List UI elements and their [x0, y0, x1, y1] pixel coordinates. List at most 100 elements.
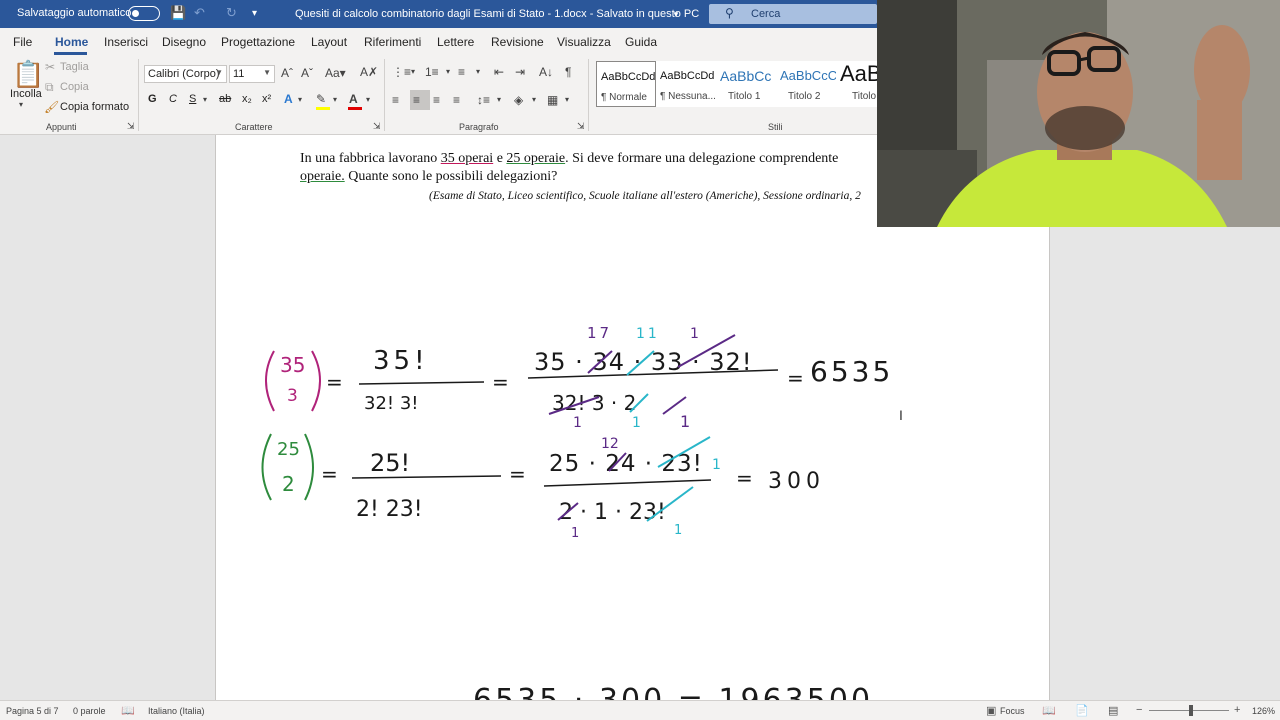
language-indicator[interactable]: Italiano (Italia)	[148, 706, 205, 716]
cut-button[interactable]: Taglia	[60, 61, 89, 73]
annotation-12: 12	[601, 436, 619, 452]
font-color-dropdown-icon[interactable]: ▾	[366, 95, 370, 104]
bullets-dropdown-icon[interactable]: ▾	[411, 67, 415, 76]
font-name-select[interactable]: Calibri (Corpo) ▼	[144, 65, 227, 83]
zoom-in-icon[interactable]: +	[1234, 704, 1240, 716]
line-spacing-icon[interactable]: ↕≡	[477, 93, 490, 107]
tab-insert[interactable]: Inserisci	[104, 35, 148, 49]
clipboard-launcher-icon[interactable]: ⇲	[127, 121, 135, 132]
shading-dropdown-icon[interactable]: ▾	[532, 95, 536, 104]
highlight-dropdown-icon[interactable]: ▾	[333, 95, 337, 104]
borders-icon[interactable]: ▦	[547, 93, 558, 107]
numbering-dropdown-icon[interactable]: ▾	[446, 67, 450, 76]
style-title[interactable]: AaB Titolo	[836, 61, 877, 107]
annotation-1-purple: 1	[690, 326, 699, 342]
bullets-icon[interactable]: ⋮≡	[392, 65, 411, 79]
align-center-icon[interactable]: ≡	[413, 93, 420, 107]
paste-icon[interactable]: 📋	[12, 59, 44, 90]
tab-mailings[interactable]: Lettere	[437, 35, 474, 49]
web-layout-icon[interactable]: ▤	[1108, 704, 1118, 717]
search-placeholder: Cerca	[751, 8, 781, 20]
paragraph-launcher-icon[interactable]: ⇲	[577, 121, 585, 132]
clear-formatting-icon[interactable]: A✗	[360, 65, 378, 79]
style-heading-2[interactable]: AaBbCcC Titolo 2	[776, 61, 836, 107]
align-right-icon[interactable]: ≡	[433, 93, 440, 107]
text-effects-icon[interactable]: A	[284, 92, 293, 106]
copy-icon[interactable]: ⧉	[45, 80, 54, 95]
word-window: Salvataggio automatico 💾 ↶ ↻ ▾ Quesiti d…	[0, 0, 1280, 720]
shading-icon[interactable]: ◈	[514, 93, 523, 107]
strikethrough-button[interactable]: ab	[219, 93, 231, 105]
customize-quick-access-icon[interactable]: ▾	[252, 8, 257, 19]
fraction1-denominator: 32! 3!	[364, 393, 419, 414]
print-layout-icon[interactable]: 📄	[1075, 704, 1089, 717]
format-painter-icon[interactable]: 🖌	[44, 100, 59, 114]
tab-file[interactable]: File	[13, 35, 32, 49]
paste-dropdown-icon[interactable]: ▾	[19, 100, 23, 109]
tab-home[interactable]: Home	[55, 35, 88, 49]
underline-dropdown-icon[interactable]: ▾	[203, 95, 207, 104]
svg-text:=: =	[321, 462, 338, 486]
proofing-icon[interactable]: 📖	[121, 704, 135, 717]
zoom-out-icon[interactable]: −	[1136, 704, 1142, 716]
underline-button[interactable]: S	[189, 93, 196, 105]
zoom-slider-thumb[interactable]	[1189, 705, 1193, 716]
grow-font-icon[interactable]: Aˆ	[281, 66, 293, 80]
style-no-spacing[interactable]: AaBbCcDd ¶ Nessuna...	[656, 61, 716, 107]
undo-icon[interactable]: ↶	[194, 5, 205, 21]
align-left-icon[interactable]: ≡	[392, 93, 399, 107]
bold-button[interactable]: G	[148, 93, 157, 105]
font-color-icon[interactable]: A	[349, 92, 358, 106]
subscript-button[interactable]: x₂	[242, 93, 252, 105]
format-painter-button[interactable]: Copia formato	[60, 101, 129, 113]
borders-dropdown-icon[interactable]: ▾	[565, 95, 569, 104]
change-case-icon[interactable]: Aa▾	[325, 66, 346, 80]
copy-button[interactable]: Copia	[60, 81, 89, 93]
annotation-1-cyan: 1	[712, 457, 721, 473]
tab-references[interactable]: Riferimenti	[364, 35, 421, 49]
decrease-indent-icon[interactable]: ⇤	[494, 65, 504, 79]
highlight-icon[interactable]: ✎	[316, 92, 326, 106]
show-formatting-icon[interactable]: ¶	[565, 65, 571, 79]
read-mode-icon[interactable]: 📖	[1042, 704, 1056, 717]
font-launcher-icon[interactable]: ⇲	[373, 121, 381, 132]
italic-button[interactable]: C	[169, 93, 177, 105]
svg-text:=: =	[326, 370, 343, 394]
redo-icon[interactable]: ↻	[226, 5, 237, 21]
paste-button[interactable]: Incolla	[10, 88, 42, 100]
tab-draw[interactable]: Disegno	[162, 35, 206, 49]
style-normal[interactable]: AaBbCcDd ¶ Normale	[596, 61, 656, 107]
cut-icon[interactable]: ✂	[45, 60, 55, 74]
tab-layout[interactable]: Layout	[311, 35, 347, 49]
font-size-select[interactable]: 11 ▼	[229, 65, 275, 83]
tab-review[interactable]: Revisione	[491, 35, 544, 49]
tab-view[interactable]: Visualizza	[557, 35, 611, 49]
binom2-bottom: 2	[282, 472, 295, 496]
style-heading-1[interactable]: AaBbCc Titolo 1	[716, 61, 776, 107]
svg-text:1: 1	[632, 415, 641, 431]
word-count[interactable]: 0 parole	[73, 706, 106, 716]
sort-icon[interactable]: A↓	[539, 65, 553, 79]
text-effects-dropdown-icon[interactable]: ▾	[298, 95, 302, 104]
autosave-toggle[interactable]	[128, 6, 160, 21]
clipboard-group-label: Appunti	[46, 122, 77, 132]
justify-icon[interactable]: ≡	[453, 93, 460, 107]
doc-title-dropdown-icon[interactable]: ▼	[672, 10, 680, 19]
numbering-icon[interactable]: 1≡	[425, 65, 439, 79]
page-count[interactable]: Pagina 5 di 7	[6, 706, 59, 716]
save-icon[interactable]: 💾	[170, 5, 186, 21]
tab-help[interactable]: Guida	[625, 35, 657, 49]
increase-indent-icon[interactable]: ⇥	[515, 65, 525, 79]
line-spacing-dropdown-icon[interactable]: ▾	[497, 95, 501, 104]
shrink-font-icon[interactable]: Aˇ	[301, 66, 313, 80]
multilevel-list-icon[interactable]: ≡	[458, 65, 465, 79]
focus-button[interactable]: Focus	[1000, 706, 1025, 716]
tab-design[interactable]: Progettazione	[221, 35, 295, 49]
superscript-button[interactable]: x²	[262, 93, 271, 105]
final-product: 6535 · 300 = 1963500	[473, 683, 873, 700]
multilevel-dropdown-icon[interactable]: ▾	[476, 67, 480, 76]
styles-group-label: Stili	[768, 122, 783, 132]
search-box[interactable]: ⚲ Cerca	[709, 4, 877, 24]
focus-icon[interactable]: ▣	[986, 704, 996, 717]
zoom-level[interactable]: 126%	[1252, 706, 1275, 716]
